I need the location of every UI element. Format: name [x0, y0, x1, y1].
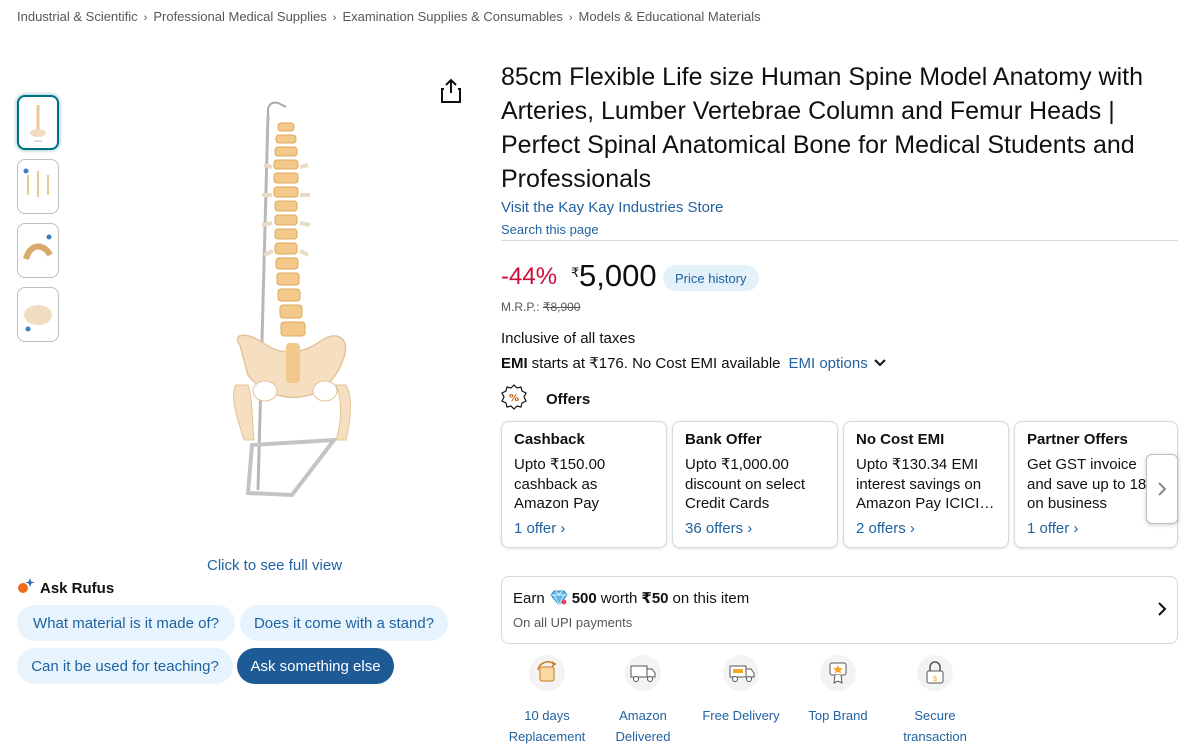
- main-product-image[interactable]: [140, 95, 420, 550]
- emi-text: starts at ₹176. No Cost EMI available: [531, 355, 781, 372]
- offer-card-link[interactable]: 1 offer ›: [514, 520, 654, 537]
- offer-card-body: Upto ₹150.00 cashback as Amazon Pay Bala…: [514, 456, 606, 512]
- breadcrumb-separator-icon: ›: [143, 12, 148, 24]
- offer-card-title: Partner Offers: [1027, 431, 1128, 448]
- thumbnail-spine-front[interactable]: [17, 95, 59, 150]
- top-brand-icon: [820, 655, 856, 691]
- earn-worth: worth: [600, 589, 638, 607]
- rufus-question-material[interactable]: What material is it made of?: [17, 605, 235, 641]
- breadcrumb: Industrial & Scientific › Professional Med…: [17, 9, 761, 24]
- mrp: M.R.P.: ₹8,900: [501, 300, 580, 314]
- feature-amazon-delivered[interactable]: Amazon Delivered: [593, 655, 693, 747]
- emi-options-label: EMI options: [788, 354, 868, 372]
- feature-label: Free Delivery: [702, 708, 780, 723]
- offer-card-body: Get GST invoice and save up to 18% on bu…: [1027, 456, 1160, 512]
- breadcrumb-item[interactable]: Professional Medical Supplies: [153, 9, 326, 24]
- breadcrumb-separator-icon: ›: [568, 12, 573, 24]
- product-title: 85cm Flexible Life size Human Spine Mode…: [501, 63, 1143, 193]
- chevron-right-icon: [1158, 482, 1167, 496]
- svg-text:$: $: [932, 674, 937, 683]
- thumbnail-spine-detail[interactable]: [17, 223, 59, 278]
- offer-card-link[interactable]: 1 offer ›: [1027, 520, 1165, 537]
- store-link[interactable]: Visit the Kay Kay Industries Store: [501, 199, 723, 216]
- delivery-truck-icon: [625, 655, 661, 691]
- offer-card-link[interactable]: 36 offers ›: [685, 520, 825, 537]
- offer-card-title: Cashback: [514, 431, 585, 448]
- emi-options-link[interactable]: EMI options: [789, 355, 886, 372]
- feature-label: Secure transaction: [903, 708, 967, 744]
- mrp-label: M.R.P.:: [501, 300, 540, 314]
- feature-replacement[interactable]: 10 days Replacement: [497, 655, 597, 747]
- chevron-down-icon: [874, 359, 886, 367]
- earn-subtext: On all UPI payments: [513, 615, 633, 630]
- feature-label: 10 days Replacement: [508, 708, 586, 744]
- earn-prefix: Earn: [513, 589, 545, 607]
- rufus-question-stand[interactable]: Does it come with a stand?: [240, 605, 448, 641]
- earn-worth-value: ₹50: [641, 590, 669, 607]
- chevron-right-icon: [1157, 601, 1167, 622]
- feature-secure-transaction[interactable]: $ Secure transaction: [885, 655, 985, 747]
- share-icon[interactable]: [440, 78, 462, 104]
- breadcrumb-item[interactable]: Models & Educational Materials: [579, 9, 761, 24]
- price-history-button[interactable]: Price history: [663, 265, 759, 291]
- free-delivery-icon: [723, 655, 759, 691]
- emi-label: EMI: [501, 354, 528, 372]
- offer-card-body: Upto ₹130.34 EMI interest savings on Ama…: [856, 456, 995, 512]
- full-view-link[interactable]: Click to see full view: [207, 557, 342, 574]
- emi-line: EMI starts at ₹176. No Cost EMI availabl…: [501, 354, 886, 372]
- thumbnail-spine-views[interactable]: [17, 159, 59, 214]
- rufus-question-teaching[interactable]: Can it be used for teaching?: [17, 648, 233, 684]
- offer-card-bank[interactable]: Bank Offer Upto ₹1,000.00 discount on se…: [672, 421, 838, 548]
- thumbnail-pelvis[interactable]: [17, 287, 59, 342]
- taxes-note: Inclusive of all taxes: [501, 330, 636, 347]
- breadcrumb-item[interactable]: Examination Supplies & Consumables: [342, 9, 562, 24]
- discount-percent: -44%: [501, 263, 558, 290]
- replacement-icon: [529, 655, 565, 691]
- feature-free-delivery[interactable]: Free Delivery: [691, 655, 791, 726]
- offer-card-no-cost-emi[interactable]: No Cost EMI Upto ₹130.34 EMI interest sa…: [843, 421, 1009, 548]
- rufus-title-text: Ask Rufus: [40, 579, 115, 597]
- feature-label: Amazon Delivered: [615, 708, 671, 744]
- search-this-page-link[interactable]: Search this page: [501, 222, 599, 237]
- thumbnail-list: [17, 95, 59, 351]
- offers-title: Offers: [546, 390, 591, 408]
- offers-header: % Offers: [501, 384, 590, 414]
- offer-card-title: Bank Offer: [685, 431, 762, 448]
- earn-rewards-box[interactable]: Earn 500 worth ₹50 on this item On all U…: [501, 576, 1178, 644]
- offer-card-link[interactable]: 2 offers ›: [856, 520, 996, 537]
- svg-text:%: %: [509, 393, 519, 404]
- rufus-spark-icon: [17, 578, 35, 598]
- offers-next-button[interactable]: [1146, 454, 1178, 524]
- secure-lock-icon: $: [917, 655, 953, 691]
- earn-coins: 500: [571, 589, 597, 607]
- feature-label: Top Brand: [808, 708, 868, 723]
- price: 5,000: [579, 258, 657, 293]
- coin-gem-icon: [550, 590, 568, 606]
- breadcrumb-item[interactable]: Industrial & Scientific: [17, 9, 138, 24]
- offer-card-title: No Cost EMI: [856, 431, 945, 448]
- mrp-value: ₹8,900: [542, 300, 581, 314]
- breadcrumb-separator-icon: ›: [332, 12, 337, 24]
- offers-badge-icon: %: [501, 384, 527, 414]
- earn-line: Earn 500 worth ₹50 on this item: [513, 589, 1166, 608]
- feature-top-brand[interactable]: Top Brand: [788, 655, 888, 726]
- rufus-ask-something-else-button[interactable]: Ask something else: [237, 648, 394, 684]
- offer-card-cashback[interactable]: Cashback Upto ₹150.00 cashback as Amazon…: [501, 421, 667, 548]
- divider: [501, 240, 1178, 241]
- earn-suffix: on this item: [672, 589, 750, 607]
- rufus-title: Ask Rufus: [17, 578, 114, 598]
- offer-card-body: Upto ₹1,000.00 discount on select Credit…: [685, 456, 806, 512]
